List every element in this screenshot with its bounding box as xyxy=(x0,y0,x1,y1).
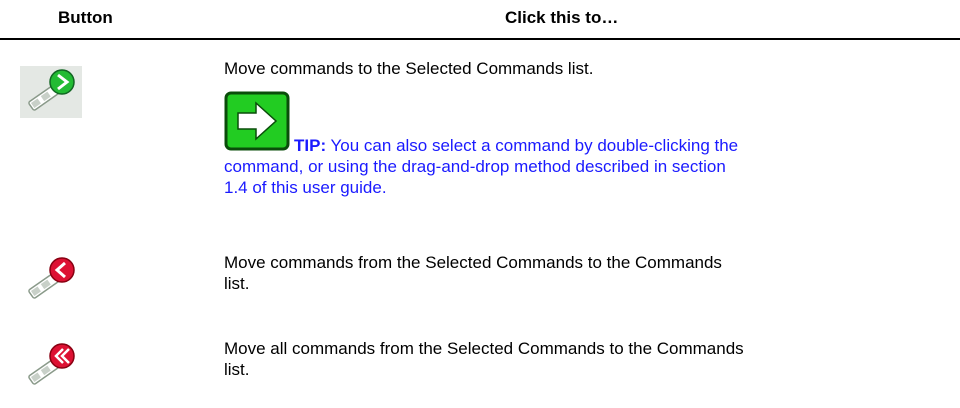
row-text: Move commands from the Selected Commands… xyxy=(224,253,722,293)
table-row: Move all commands from the Selected Comm… xyxy=(0,338,960,404)
remove-left-arrow-icon xyxy=(18,252,98,313)
remove-all-double-arrow-icon xyxy=(18,338,98,399)
tip-label: TIP: xyxy=(294,136,327,155)
row-text: Move all commands from the Selected Comm… xyxy=(224,339,744,379)
header-rule xyxy=(0,38,960,40)
header-click-column: Click this to… xyxy=(505,8,619,27)
tip-arrow-icon xyxy=(224,91,290,156)
table-row: Move commands to the Selected Commands l… xyxy=(0,56,960,226)
header-button-column: Button xyxy=(58,8,113,27)
table-header: Button Click this to… xyxy=(0,0,960,40)
select-right-arrow-icon xyxy=(18,64,98,125)
tip-block: TIP: You can also select a command by do… xyxy=(224,91,744,198)
row-text: Move commands to the Selected Commands l… xyxy=(224,59,594,78)
row-description: Move commands to the Selected Commands l… xyxy=(224,58,744,198)
table-row: Move commands from the Selected Commands… xyxy=(0,252,960,312)
